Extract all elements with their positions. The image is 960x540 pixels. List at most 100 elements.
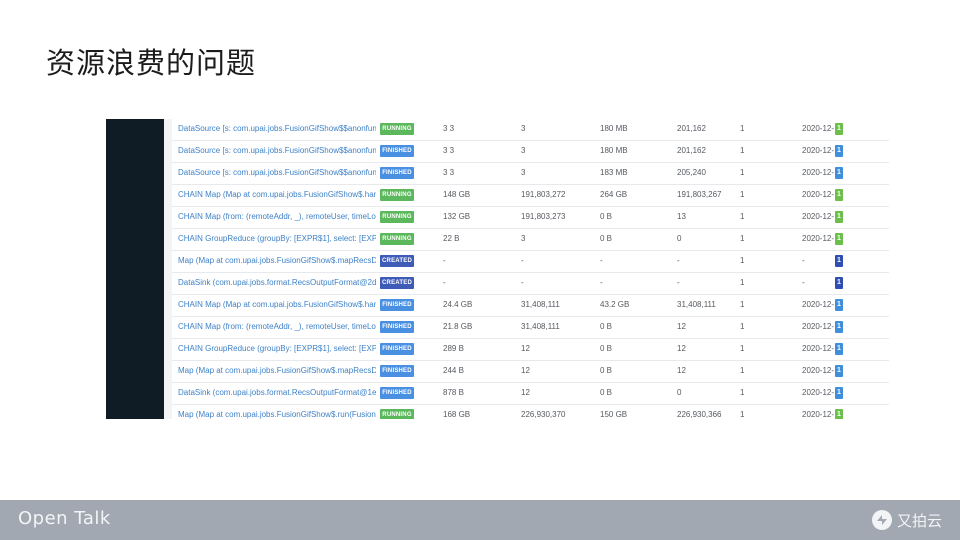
task-count-badge: 1 [835,145,843,157]
bytes-received: 289 B [443,344,464,353]
table-row[interactable]: DataSink (com.upai.jobs.format.RecsOutpu… [172,272,889,295]
start-time: 2020-12- [802,300,835,309]
records-sent: 226,930,366 [677,410,722,419]
table-row[interactable]: Map (Map at com.upai.jobs.FusionGifShow$… [172,404,889,419]
task-count-badge: 1 [835,321,843,333]
records-received: 3 [521,168,526,177]
table-row[interactable]: CHAIN Map (Map at com.upai.jobs.FusionGi… [172,184,889,207]
vertex-name-link[interactable]: DataSource [s: com.upai.jobs.FusionGifSh… [178,162,376,184]
task-count-badge: 1 [835,189,843,201]
task-count-badge: 1 [835,123,843,135]
parallelism: 1 [740,212,745,221]
bytes-sent: - [600,256,603,265]
start-time: 2020-12- [802,124,835,133]
vertex-name-link[interactable]: DataSink (com.upai.jobs.format.RecsOutpu… [178,382,376,404]
records-sent: - [677,256,680,265]
parallelism: 1 [740,124,745,133]
records-sent: 205,240 [677,168,706,177]
start-time: 2020-12- [802,410,835,419]
bytes-sent: 180 MB [600,124,628,133]
parallelism: 1 [740,190,745,199]
records-sent: 13 [677,212,686,221]
start-time: 2020-12- [802,322,835,331]
bytes-sent: 0 B [600,234,613,243]
footer-brand: Open Talk [18,508,111,529]
bytes-sent: 0 B [600,344,613,353]
records-sent: 12 [677,344,686,353]
records-sent: 201,162 [677,124,706,133]
table-row[interactable]: CHAIN Map (Map at com.upai.jobs.FusionGi… [172,294,889,317]
vertex-name-link[interactable]: CHAIN Map (from: (remoteAddr, _), remote… [178,316,376,338]
parallelism: 1 [740,388,745,397]
start-time: 2020-12- [802,234,835,243]
task-count-badge: 1 [835,211,843,223]
vertex-name-link[interactable]: DataSource [s: com.upai.jobs.FusionGifSh… [178,119,376,140]
bytes-received: 22 B [443,234,460,243]
task-count-badge: 1 [835,365,843,377]
bytes-received: 168 GB [443,410,471,419]
vertex-name-link[interactable]: CHAIN GroupReduce (groupBy: [EXPR$1], se… [178,338,376,360]
status-badge: RUNNING [380,233,414,245]
table-row[interactable]: CHAIN GroupReduce (groupBy: [EXPR$1], se… [172,338,889,361]
table-row[interactable]: CHAIN GroupReduce (groupBy: [EXPR$1], se… [172,228,889,251]
start-time: 2020-12- [802,146,835,155]
bytes-received: 3 3 [443,168,455,177]
status-badge: FINISHED [380,321,414,333]
task-count-badge: 1 [835,299,843,311]
start-time: 2020-12- [802,366,835,375]
bytes-received: - [443,278,446,287]
start-time: 2020-12- [802,168,835,177]
slide-title: 资源浪费的问题 [46,46,257,80]
table-row[interactable]: CHAIN Map (from: (remoteAddr, _), remote… [172,206,889,229]
status-badge: FINISHED [380,365,414,377]
table-row[interactable]: DataSink (com.upai.jobs.format.RecsOutpu… [172,382,889,405]
footer-logo-text: 又拍云 [896,511,942,530]
bytes-received: 3 3 [443,146,455,155]
parallelism: 1 [740,234,745,243]
table-row[interactable]: DataSource [s: com.upai.jobs.FusionGifSh… [172,162,889,185]
vertex-name-link[interactable]: CHAIN Map (Map at com.upai.jobs.FusionGi… [178,184,376,206]
records-sent: 0 [677,234,682,243]
status-badge: FINISHED [380,167,414,179]
table-row[interactable]: Map (Map at com.upai.jobs.FusionGifShow$… [172,250,889,273]
footer-bar: Open Talk 又拍云 [0,500,960,540]
table-row[interactable]: DataSource [s: com.upai.jobs.FusionGifSh… [172,119,889,141]
flink-job-screenshot: DataSource [s: com.upai.jobs.FusionGifSh… [106,119,899,419]
start-time: 2020-12- [802,190,835,199]
parallelism: 1 [740,410,745,419]
bytes-received: - [443,256,446,265]
vertex-name-link[interactable]: CHAIN Map (Map at com.upai.jobs.FusionGi… [178,294,376,316]
parallelism: 1 [740,168,745,177]
records-received: 191,803,272 [521,190,566,199]
table-row[interactable]: CHAIN Map (from: (remoteAddr, _), remote… [172,316,889,339]
job-vertices-table: DataSource [s: com.upai.jobs.FusionGifSh… [172,119,899,419]
vertex-name-link[interactable]: CHAIN Map (from: (remoteAddr, _), remote… [178,206,376,228]
bytes-sent: 150 GB [600,410,628,419]
sidebar-gutter [164,119,172,419]
start-time: 2020-12- [802,344,835,353]
records-received: 31,408,111 [521,300,560,309]
table-row[interactable]: DataSource [s: com.upai.jobs.FusionGifSh… [172,140,889,163]
status-badge: FINISHED [380,387,414,399]
records-received: 31,408,111 [521,322,560,331]
records-sent: 191,803,267 [677,190,722,199]
records-received: - [521,278,524,287]
bytes-received: 132 GB [443,212,471,221]
vertex-name-link[interactable]: Map (Map at com.upai.jobs.FusionGifShow$… [178,404,376,419]
bytes-received: 878 B [443,388,464,397]
dashboard-sidebar [106,119,164,419]
status-badge: RUNNING [380,409,414,419]
table-row[interactable]: Map (Map at com.upai.jobs.FusionGifShow$… [172,360,889,383]
records-sent: 0 [677,388,682,397]
records-received: 3 [521,124,526,133]
status-badge: CREATED [380,255,414,267]
vertex-name-link[interactable]: DataSink (com.upai.jobs.format.RecsOutpu… [178,272,376,294]
vertex-name-link[interactable]: DataSource [s: com.upai.jobs.FusionGifSh… [178,140,376,162]
vertex-name-link[interactable]: Map (Map at com.upai.jobs.FusionGifShow$… [178,360,376,382]
records-received: 12 [521,388,530,397]
bytes-received: 24.4 GB [443,300,473,309]
status-badge: CREATED [380,277,414,289]
vertex-name-link[interactable]: Map (Map at com.upai.jobs.FusionGifShow$… [178,250,376,272]
vertex-name-link[interactable]: CHAIN GroupReduce (groupBy: [EXPR$1], se… [178,228,376,250]
task-count-badge: 1 [835,233,843,245]
